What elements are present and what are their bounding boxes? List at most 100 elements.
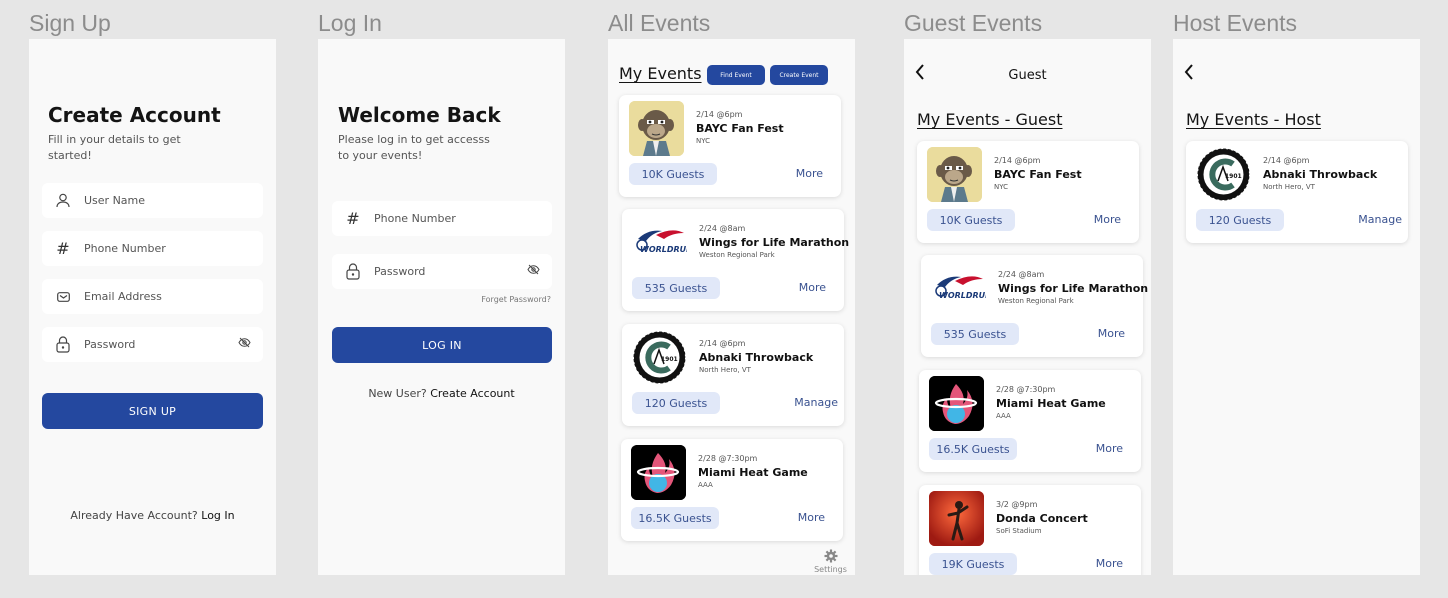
eye-off-icon[interactable] — [527, 264, 540, 278]
back-chevron-icon[interactable] — [1183, 62, 1195, 87]
bayc-ape-image — [629, 101, 684, 156]
guest-count-badge[interactable]: 10K Guests — [629, 163, 717, 185]
event-name: Donda Concert — [996, 512, 1088, 525]
event-date: 2/14 @6pm — [994, 156, 1041, 165]
guest-count-badge[interactable]: 10K Guests — [927, 209, 1015, 231]
login-button[interactable]: LOG IN — [332, 327, 552, 363]
more-link[interactable]: More — [1096, 442, 1123, 455]
manage-link[interactable]: Manage — [1358, 213, 1402, 226]
subtitle-line: started! — [48, 149, 92, 162]
event-location: Weston Regional Park — [699, 251, 775, 259]
event-location: AAA — [996, 412, 1011, 420]
miami-heat-logo — [929, 376, 984, 431]
more-link[interactable]: More — [1096, 557, 1123, 570]
event-location: SoFi Stadium — [996, 527, 1042, 535]
username-placeholder: User Name — [84, 194, 146, 207]
guest-count-badge[interactable]: 16.5K Guests — [929, 438, 1017, 460]
frame-title-host-events: Host Events — [1173, 10, 1297, 36]
phone-placeholder: Phone Number — [84, 242, 166, 255]
guest-count-badge[interactable]: 120 Guests — [1196, 209, 1284, 231]
guest-events-screen: Guest My Events - Guest 2/14 @6pm BAYC F… — [904, 39, 1151, 575]
host-events-screen: My Events - Host 1901 2/14 @6pm Abnaki T… — [1173, 39, 1420, 575]
eye-off-icon[interactable] — [238, 337, 251, 351]
event-name: Wings for Life Marathon — [699, 236, 850, 249]
guest-count-badge[interactable]: 19K Guests — [929, 553, 1017, 575]
user-icon — [54, 193, 72, 208]
event-name: BAYC Fan Fest — [994, 168, 1082, 181]
event-name: Abnaki Throwback — [699, 351, 814, 364]
create-account-link[interactable]: Create Account — [430, 387, 514, 400]
guest-count-badge[interactable]: 120 Guests — [632, 392, 720, 414]
login-link[interactable]: Log In — [201, 509, 234, 522]
event-card[interactable]: 2/14 @6pm BAYC Fan Fest NYC 10K Guests M… — [619, 95, 841, 197]
more-link[interactable]: More — [799, 281, 826, 294]
settings-button[interactable]: Settings — [813, 549, 848, 574]
page-title: My Events - Guest — [917, 110, 1063, 129]
event-card[interactable]: 3/2 @9pm Donda Concert SoFi Stadium 19K … — [919, 485, 1141, 575]
event-location: North Hero, VT — [1263, 183, 1315, 191]
frame-title-guest-events: Guest Events — [904, 10, 1043, 36]
login-screen: Welcome Back Please log in to get access… — [318, 39, 565, 575]
event-card[interactable]: 1901 2/14 @6pm Abnaki Throwback North He… — [622, 324, 844, 426]
lock-icon — [54, 336, 72, 353]
more-link[interactable]: More — [798, 511, 825, 524]
username-field[interactable]: User Name — [42, 183, 263, 218]
event-card[interactable]: 2/28 @7:30pm Miami Heat Game AAA 16.5K G… — [621, 439, 843, 541]
more-link[interactable]: More — [1094, 213, 1121, 226]
svg-text:1901: 1901 — [1225, 173, 1242, 180]
bayc-ape-image — [927, 147, 982, 202]
password-placeholder: Password — [374, 265, 426, 278]
event-name: Wings for Life Marathon — [998, 282, 1149, 295]
page-subtitle: Fill in your details to get started! — [48, 132, 181, 164]
forgot-password-link[interactable]: Forget Password? — [481, 295, 551, 304]
guest-count-badge[interactable]: 535 Guests — [931, 323, 1019, 345]
svg-text:1901: 1901 — [661, 356, 678, 363]
email-placeholder: Email Address — [84, 290, 162, 303]
event-date: 3/2 @9pm — [996, 500, 1038, 509]
event-card[interactable]: WORLDRUN 2/24 @8am Wings for Life Marath… — [622, 209, 849, 311]
event-location: Weston Regional Park — [998, 297, 1074, 305]
page-title: Create Account — [48, 103, 221, 127]
event-name: Miami Heat Game — [996, 397, 1106, 410]
password-field[interactable]: Password — [332, 254, 552, 289]
event-card[interactable]: 1901 2/14 @6pm Abnaki Throwback North He… — [1186, 141, 1408, 243]
find-event-button[interactable]: Find Event — [707, 65, 765, 85]
abnaki-logo: 1901 — [632, 330, 687, 385]
event-card[interactable]: 2/28 @7:30pm Miami Heat Game AAA 16.5K G… — [919, 370, 1141, 472]
event-location: NYC — [696, 137, 711, 145]
frame-title-all-events: All Events — [608, 10, 711, 36]
signup-screen: Create Account Fill in your details to g… — [29, 39, 276, 575]
svg-text:WORLDRUN: WORLDRUN — [939, 291, 986, 300]
event-date: 2/24 @8am — [998, 270, 1045, 279]
more-link[interactable]: More — [796, 167, 823, 180]
guest-count-badge[interactable]: 535 Guests — [632, 277, 720, 299]
email-field[interactable]: Email Address — [42, 279, 263, 314]
event-name: BAYC Fan Fest — [696, 122, 784, 135]
phone-field[interactable]: # Phone Number — [332, 201, 552, 236]
phone-placeholder: Phone Number — [374, 212, 456, 225]
signup-button[interactable]: SIGN UP — [42, 393, 263, 429]
event-date: 2/24 @8am — [699, 224, 746, 233]
subtitle-line: to your events! — [338, 149, 423, 162]
phone-field[interactable]: # Phone Number — [42, 231, 263, 266]
guest-count-badge[interactable]: 16.5K Guests — [631, 507, 719, 529]
lock-icon — [344, 263, 362, 280]
svg-text:WORLDRUN: WORLDRUN — [640, 245, 687, 254]
hash-icon: # — [346, 209, 360, 228]
more-link[interactable]: More — [1098, 327, 1125, 340]
event-date: 2/14 @6pm — [699, 339, 746, 348]
page-title: Welcome Back — [338, 103, 501, 127]
donda-concert-image — [929, 491, 984, 546]
wings-for-life-logo: WORLDRUN — [632, 215, 687, 270]
password-field[interactable]: Password — [42, 327, 263, 362]
event-date: 2/14 @6pm — [1263, 156, 1310, 165]
create-event-button[interactable]: Create Event — [770, 65, 828, 85]
signup-footer: Already Have Account? Log In — [29, 509, 276, 522]
all-events-screen: My Events Find Event Create Event 2/14 @… — [608, 39, 855, 575]
manage-link[interactable]: Manage — [794, 396, 838, 409]
event-location: AAA — [698, 481, 713, 489]
event-card[interactable]: 2/14 @6pm BAYC Fan Fest NYC 10K Guests M… — [917, 141, 1139, 243]
event-card[interactable]: WORLDRUN 2/24 @8am Wings for Life Marath… — [921, 255, 1148, 357]
abnaki-logo: 1901 — [1196, 147, 1251, 202]
frame-title-login: Log In — [318, 10, 382, 36]
